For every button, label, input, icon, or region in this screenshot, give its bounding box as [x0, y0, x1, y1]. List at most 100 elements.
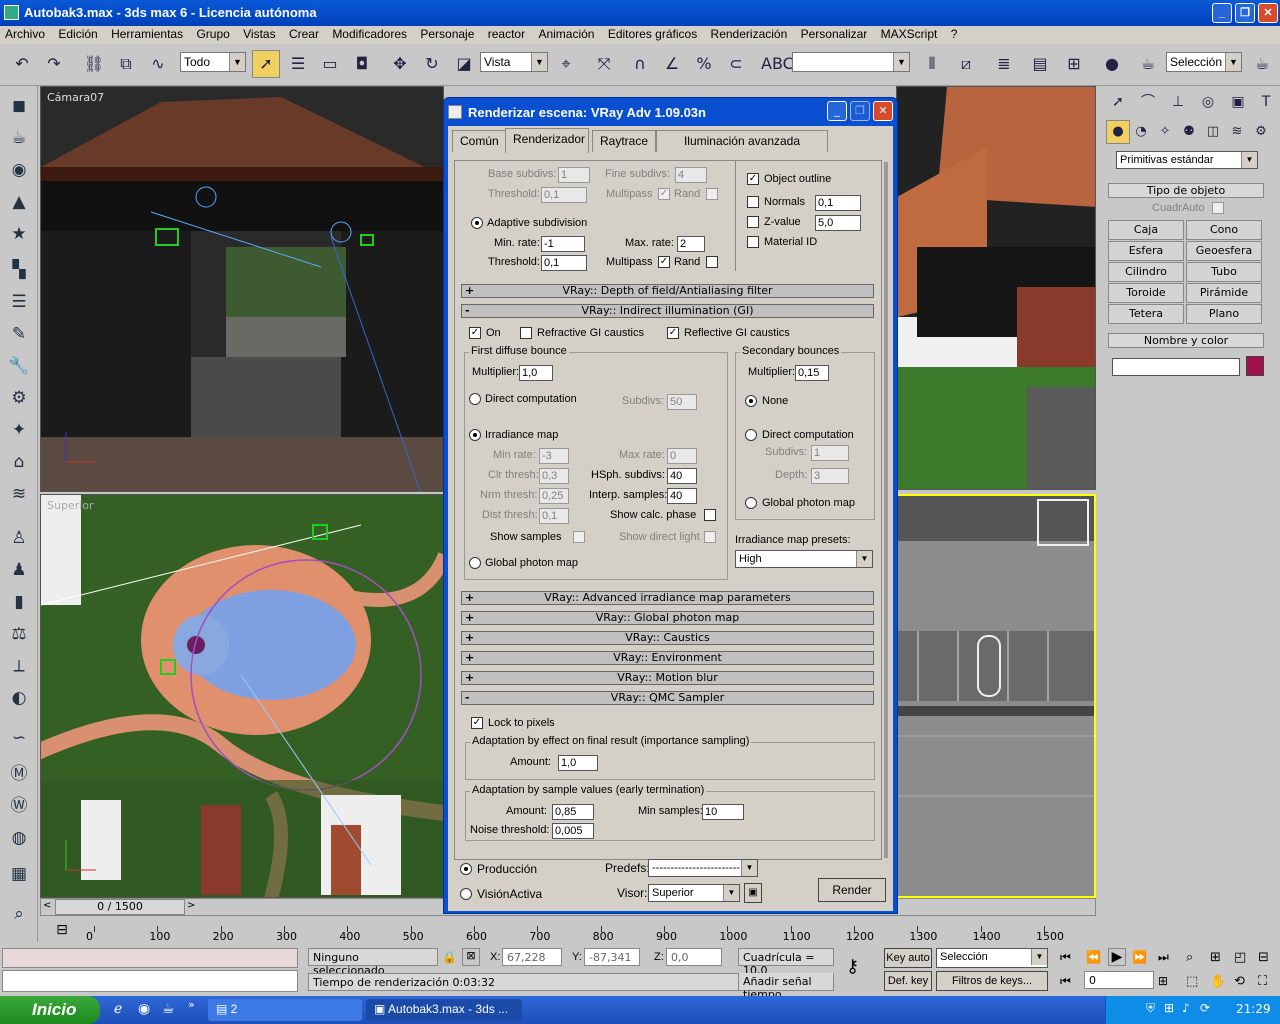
top-viewport[interactable]: Superior [40, 494, 444, 898]
gear-icon[interactable]: ⚙ [7, 386, 31, 410]
rollout-adv-irradiance[interactable]: + VRay:: Advanced irradiance map paramete… [461, 591, 874, 605]
tab-renderizador[interactable]: Renderizador [505, 128, 589, 153]
zvalue-checkbox[interactable] [747, 216, 759, 228]
sec-multiplier-field[interactable]: 0,15 [795, 365, 829, 381]
rope-icon[interactable]: ∽ [7, 726, 31, 750]
trackbar-icon[interactable]: ⊟ [50, 922, 74, 942]
menu-editores[interactable]: Editores gráficos [603, 26, 702, 41]
name-color-rollout[interactable]: Nombre y color [1108, 333, 1264, 348]
geosphere-button[interactable]: Geoesfera [1186, 241, 1262, 261]
shield-icon[interactable]: ⛨ [1146, 1001, 1155, 1016]
auto-key-button[interactable]: Key auto [884, 948, 932, 968]
perspective-viewport[interactable] [896, 86, 1096, 490]
panel-icon[interactable]: ▦ [7, 862, 31, 886]
angle-snap-icon[interactable]: ∠ [658, 50, 686, 78]
depth-field[interactable]: 3 [811, 468, 849, 484]
window-crossing-icon[interactable]: ◘ [348, 50, 376, 78]
rollout-environment[interactable]: + VRay:: Environment [461, 651, 874, 665]
cylinder-button[interactable]: Cilindro [1108, 262, 1184, 282]
light-icon[interactable]: ✦ [7, 418, 31, 442]
menu-modificadores[interactable]: Modificadores [327, 26, 412, 41]
key-filters-button[interactable]: Filtros de keys... [936, 971, 1048, 991]
subdivs-field[interactable]: 50 [667, 394, 697, 410]
snap-3d-icon[interactable]: ∩ [626, 50, 654, 78]
dialog-minimize-button[interactable]: _ [827, 101, 847, 121]
box-button[interactable]: Caja [1108, 220, 1184, 240]
shapes-icon[interactable]: ◔ [1130, 120, 1152, 144]
utilities-tab-icon[interactable]: T [1254, 90, 1278, 114]
motion-tab-icon[interactable]: ◎ [1196, 90, 1220, 114]
multipass-checkbox[interactable]: ✓ [658, 188, 670, 200]
named-selection-icon[interactable]: ABC [760, 50, 794, 78]
menu-herramientas[interactable]: Herramientas [106, 26, 188, 41]
object-outline-checkbox[interactable]: ✓ [747, 173, 759, 185]
adaptive-subdivision-radio[interactable] [471, 217, 483, 229]
media-icon[interactable]: ◉ [138, 1001, 150, 1017]
tab-raytrace[interactable]: Raytrace [592, 130, 657, 152]
render-button[interactable]: Render [818, 878, 886, 902]
zoom-icon[interactable]: ⌕ [7, 902, 31, 926]
undo-icon[interactable]: ↶ [8, 50, 36, 78]
zvalue-field[interactable]: 5,0 [815, 215, 861, 231]
taskbar-max-item[interactable]: ▣ Autobak3.max - 3ds ... [366, 999, 522, 1021]
multiplier-field[interactable]: 1,0 [519, 365, 553, 381]
fine-subdivs-field[interactable]: 4 [675, 167, 707, 183]
object-color-swatch[interactable] [1246, 356, 1264, 376]
dialog-close-button[interactable]: ✕ [873, 101, 893, 121]
rand2-checkbox[interactable] [706, 256, 718, 268]
menu-edicion[interactable]: Edición [53, 26, 102, 41]
nrm-thresh-field[interactable]: 0,25 [539, 488, 569, 504]
rollout-dof[interactable]: + VRay:: Depth of field/Antialiasing filt… [461, 284, 874, 298]
rollout-gi[interactable]: - VRay:: Indirect illumination (GI) [461, 304, 874, 318]
selection-filter-dropdown[interactable]: Todo ▼ [180, 52, 246, 72]
display-tab-icon[interactable]: ▣ [1226, 90, 1250, 114]
chevron-icon[interactable]: » [188, 998, 195, 1011]
show-samples-checkbox[interactable] [573, 531, 585, 543]
min-rate-field[interactable]: -1 [541, 236, 585, 252]
noise-threshold-field[interactable]: 0,005 [552, 823, 594, 839]
geometry-icon[interactable]: ● [1106, 120, 1130, 144]
menu-help[interactable]: ? [946, 26, 963, 41]
dist-thresh-field[interactable]: 0,1 [539, 508, 569, 524]
zoom-extents-all-icon[interactable]: ⊟ [1258, 950, 1269, 965]
zoom-extents-icon[interactable]: ◰ [1234, 950, 1246, 965]
show-direct-checkbox[interactable] [704, 531, 716, 543]
rect-select-icon[interactable]: ▭ [316, 50, 344, 78]
time-prev-icon[interactable]: < [43, 900, 51, 911]
menu-crear[interactable]: Crear [284, 26, 324, 41]
update-icon[interactable]: ⟳ [1200, 1001, 1210, 1015]
sphere-button[interactable]: Esfera [1108, 241, 1184, 261]
maximize-button[interactable]: ❐ [1235, 3, 1255, 23]
sec-direct-radio[interactable] [745, 429, 757, 441]
select-by-name-icon[interactable]: ☰ [284, 50, 312, 78]
mirror-icon[interactable]: ⫴ [918, 50, 946, 78]
spinner-snap-icon[interactable]: ⊂ [722, 50, 750, 78]
min-samples-field[interactable]: 10 [702, 804, 744, 820]
tab-comun[interactable]: Común [452, 130, 507, 152]
zoom-all-icon[interactable]: ⊞ [1210, 950, 1221, 965]
create-tab-icon[interactable]: ➚ [1106, 90, 1130, 114]
pyramid-button[interactable]: Pirámide [1186, 283, 1262, 303]
teapot-button[interactable]: Tetera [1108, 304, 1184, 324]
irradiance-presets-dropdown[interactable]: High ▼ [735, 550, 873, 568]
play-icon[interactable]: ▶ [1108, 948, 1126, 966]
menu-maxscript[interactable]: MAXScript [876, 26, 943, 41]
z-coordinate-field[interactable]: 0,0 [666, 948, 722, 966]
helpers-icon[interactable]: ◫ [1202, 120, 1224, 144]
activeshade-radio[interactable] [460, 888, 472, 900]
go-to-start-icon[interactable]: ⏮ [1060, 950, 1071, 965]
plane-button[interactable]: Plano [1186, 304, 1262, 324]
current-frame-field[interactable]: 0 [1084, 971, 1154, 989]
dialog-maximize-button[interactable]: ❐ [850, 101, 870, 121]
motor-icon[interactable]: Ⓜ [7, 762, 31, 786]
menu-personalizar[interactable]: Personalizar [796, 26, 873, 41]
threshold2-field[interactable]: 0,1 [541, 255, 587, 271]
key-selection-dropdown[interactable]: Selección ▼ [936, 948, 1048, 968]
wind-icon[interactable]: Ⓦ [7, 794, 31, 818]
link-icon[interactable]: ⛓ [80, 50, 108, 78]
cone-button[interactable]: Cono [1186, 220, 1262, 240]
next-frame-icon[interactable]: ⏩ [1132, 950, 1147, 964]
systems-icon[interactable]: ⚙ [1250, 120, 1272, 144]
volume-icon[interactable]: ♪ [1182, 1001, 1190, 1015]
named-selection-set-dropdown[interactable]: ▼ [792, 52, 910, 72]
